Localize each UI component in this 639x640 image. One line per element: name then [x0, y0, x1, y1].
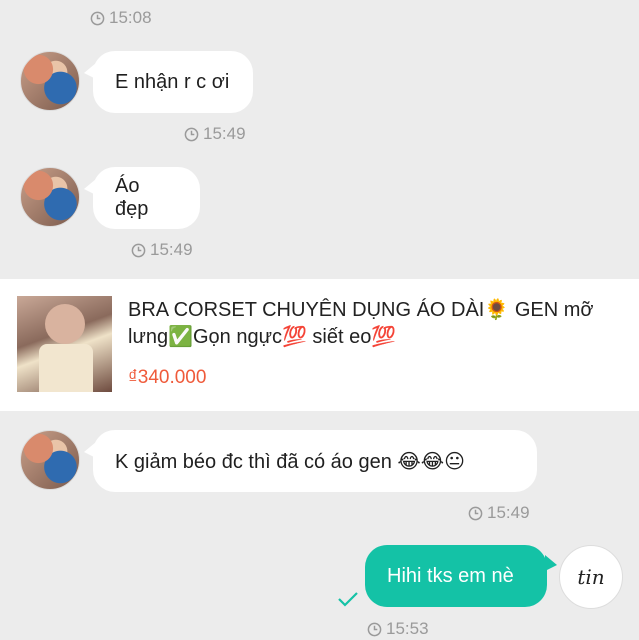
timestamp: 15:53 [367, 619, 429, 639]
clock-icon [367, 622, 382, 636]
product-title[interactable]: BRA CORSET CHUYÊN DỤNG ÁO DÀI🌻 GEN mỡ lư… [128, 297, 628, 351]
product-card[interactable]: BRA CORSET CHUYÊN DỤNG ÁO DÀI🌻 GEN mỡ lư… [0, 279, 639, 411]
check-icon [338, 592, 358, 607]
avatar[interactable] [20, 430, 80, 490]
clock-icon [90, 11, 105, 25]
timestamp: 15:49 [468, 503, 530, 523]
product-image[interactable] [17, 296, 112, 392]
timestamp: 15:49 [131, 240, 193, 260]
message-bubble-sent[interactable]: Hihi tks em nè [365, 545, 557, 607]
message-bubble[interactable]: E nhận r c ơi [84, 51, 253, 113]
timestamp: 15:08 [90, 8, 152, 28]
clock-icon [131, 243, 146, 257]
avatar[interactable] [20, 167, 80, 227]
avatar[interactable] [20, 51, 80, 111]
clock-icon [468, 506, 483, 520]
store-logo[interactable]: tin [559, 545, 623, 609]
message-bubble[interactable]: Áo đẹp [84, 167, 200, 229]
clock-icon [184, 127, 199, 141]
message-bubble[interactable]: K giảm béo đc thì đã có áo gen 😂😂😐 [84, 430, 537, 492]
product-price: ₫340.000 [128, 367, 207, 388]
timestamp: 15:49 [184, 124, 246, 144]
